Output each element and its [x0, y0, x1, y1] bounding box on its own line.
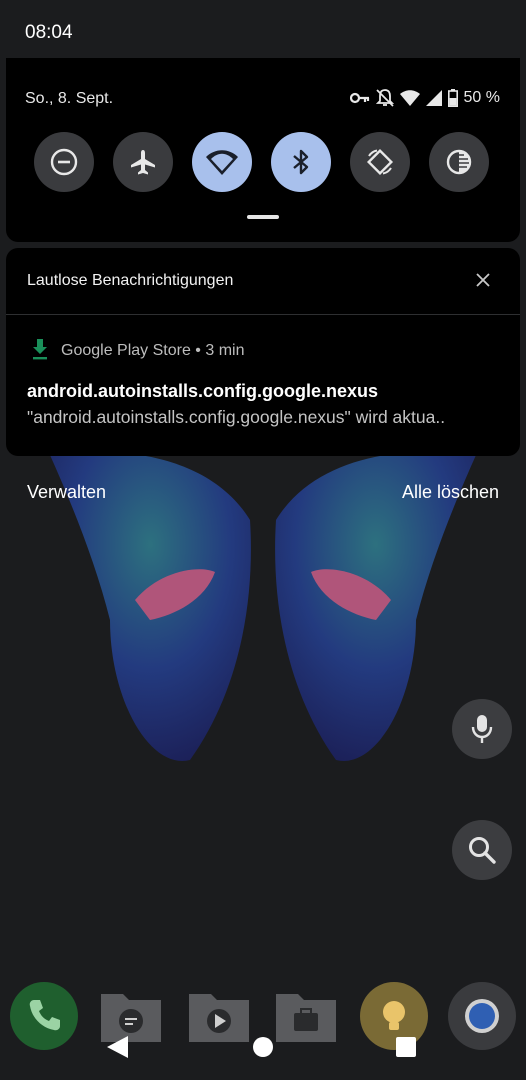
- back-button[interactable]: [107, 1036, 128, 1058]
- notification-group-header: Lautlose Benachrichtigungen: [27, 272, 234, 289]
- notification-text: "android.autoinstalls.config.google.nexu…: [27, 407, 446, 427]
- navigation-bar: [107, 1036, 416, 1058]
- recents-button[interactable]: [396, 1037, 416, 1057]
- tile-wifi[interactable]: [192, 132, 252, 192]
- bluetooth-icon: [293, 149, 309, 175]
- notifications-off-icon: [375, 89, 394, 107]
- microphone-icon: [471, 715, 493, 743]
- download-icon: [33, 339, 47, 360]
- notification-title: android.autoinstalls.config.google.nexus: [27, 381, 379, 401]
- qs-date[interactable]: So., 8. Sept.: [25, 90, 113, 108]
- tile-auto-rotate[interactable]: [350, 132, 410, 192]
- notification-divider: [6, 314, 520, 315]
- quick-settings-panel: So., 8. Sept. 50 %: [6, 58, 520, 242]
- battery-icon: [447, 89, 458, 107]
- qs-status-icons: 50 %: [349, 88, 500, 108]
- do-not-disturb-icon: [50, 148, 78, 176]
- search-icon: [469, 837, 496, 864]
- airplane-mode-icon: [131, 150, 155, 175]
- vpn-key-icon: [349, 92, 369, 104]
- tile-do-not-disturb[interactable]: [34, 132, 94, 192]
- voice-search-button[interactable]: [452, 699, 512, 759]
- status-bar-clock: 08:04: [25, 22, 73, 43]
- manage-button[interactable]: Verwalten: [27, 482, 106, 503]
- notification-group[interactable]: Lautlose Benachrichtigungen Google Play …: [6, 248, 520, 456]
- qs-drag-handle[interactable]: [247, 215, 279, 219]
- home-button[interactable]: [253, 1037, 273, 1057]
- tile-airplane-mode[interactable]: [113, 132, 173, 192]
- auto-rotate-icon: [366, 148, 394, 176]
- search-button[interactable]: [452, 820, 512, 880]
- clear-all-button[interactable]: Alle löschen: [402, 482, 499, 503]
- tile-dark-theme[interactable]: [429, 132, 489, 192]
- cell-signal-icon: [425, 90, 442, 106]
- notification-app-line: Google Play Store • 3 min: [61, 342, 245, 359]
- wifi-icon: [206, 150, 238, 175]
- close-icon[interactable]: [476, 273, 490, 287]
- battery-percentage: 50 %: [463, 89, 500, 106]
- tile-bluetooth[interactable]: [271, 132, 331, 192]
- wifi-signal-icon: [399, 90, 420, 106]
- dark-theme-icon: [446, 149, 472, 175]
